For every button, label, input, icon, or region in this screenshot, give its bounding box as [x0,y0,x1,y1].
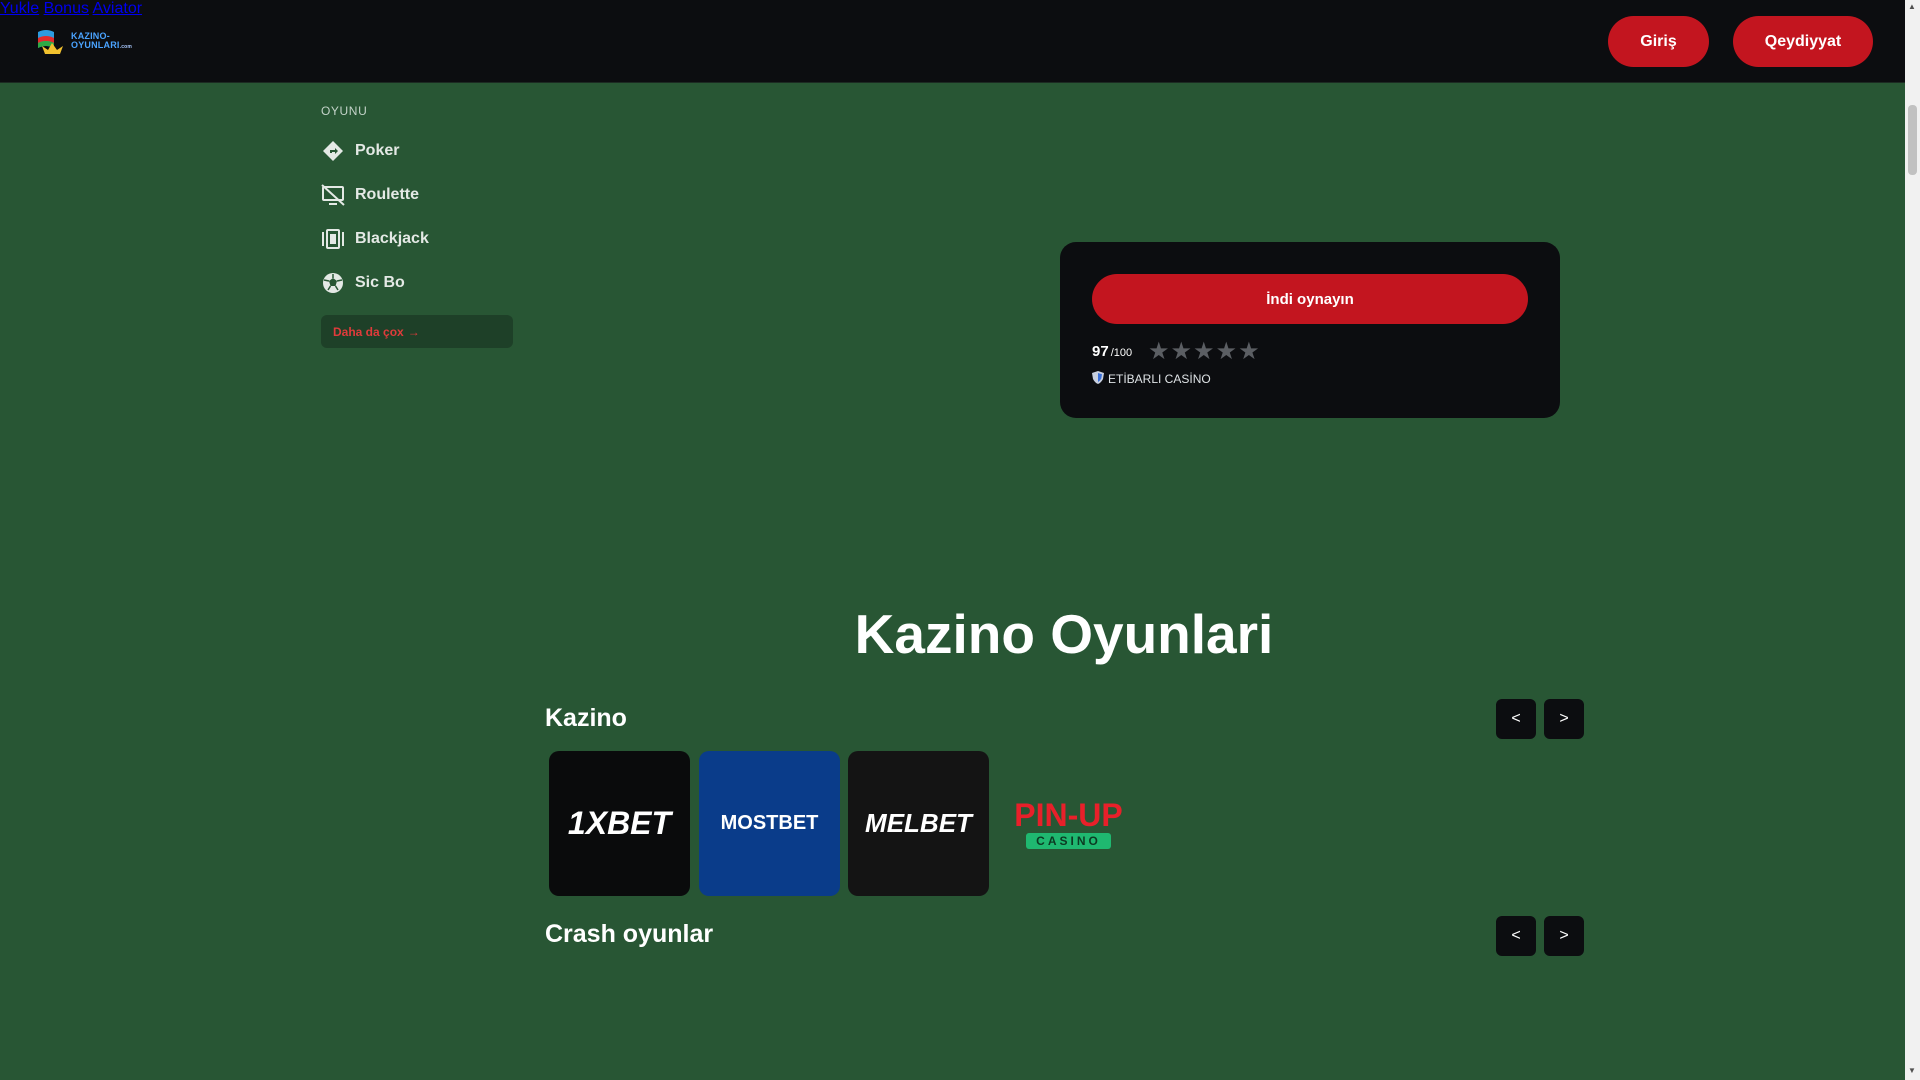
kazino-prev-button[interactable]: < [1496,699,1536,739]
register-button[interactable]: Qeydiyyat [1733,16,1873,67]
more-games-label: Daha da çox [333,324,404,339]
nav-link-bonus[interactable]: Bonus [44,0,89,17]
scroll-up-arrow-icon[interactable]: ▲ [1908,2,1916,11]
crash-prev-button[interactable]: < [1496,916,1536,956]
page-title: Kazino Oyunlari [854,603,1274,665]
sidebar-item-poker[interactable]: Poker [321,139,399,163]
trusted-casino-label: ETİBARLI CASİNO [1108,372,1211,386]
shield-icon [1092,371,1104,387]
trusted-casino-badge: ETİBARLI CASİNO [1092,371,1211,387]
sidebar-item-label: Poker [355,142,400,159]
casino-logo-melbet: MELBET [865,808,972,838]
crash-next-button[interactable]: > [1544,916,1584,956]
roulette-icon [321,183,345,207]
sic-bo-icon [321,271,345,295]
login-button[interactable]: Giriş [1608,16,1709,67]
sidebar-item-blackjack[interactable]: Blackjack [321,227,429,251]
sidebar-item-sic-bo[interactable]: Sic Bo [321,271,405,295]
kazino-next-button[interactable]: > [1544,699,1584,739]
casino-logo-pinup-sub: CASINO [1026,832,1111,849]
section-title-kazino: Kazino [545,704,627,732]
sidebar-item-roulette[interactable]: Roulette [321,183,419,207]
sidebar-title: OYUNU [321,104,368,118]
casino-tile-1xbet[interactable]: 1XBET [549,751,690,896]
top-header: KAZINO- OYUNLARI.com Yukle Bonus Aviator… [0,0,1905,83]
casino-tile-mostbet[interactable]: MOSTBET [699,751,840,896]
site-logo[interactable]: KAZINO- OYUNLARI.com [36,26,132,58]
section-title-crash: Crash oyunlar [545,920,714,948]
rating-value: 97 [1092,343,1109,360]
scrollbar-thumb[interactable] [1908,105,1917,175]
casino-tile-melbet[interactable]: MELBET [848,751,989,896]
page-scrollbar[interactable]: ▲ ▼ [1905,0,1920,1080]
more-games-button[interactable]: Daha da çox → [321,315,513,348]
arrow-right-icon: → [407,324,420,339]
poker-icon [321,139,345,163]
rating-max: /100 [1110,347,1133,359]
azerbaijan-flag-crown-logo-icon [36,26,68,58]
logo-text: KAZINO- OYUNLARI.com [71,31,133,51]
scroll-down-arrow-icon[interactable]: ▼ [1908,1066,1916,1075]
sidebar-item-label: Sic Bo [355,274,405,291]
casino-logo-1xbet: 1XBET [567,805,672,841]
star-icon: ★ [1238,338,1260,365]
star-icon: ★ [1148,338,1170,365]
play-now-button[interactable]: İndi oynayın [1092,274,1528,324]
sidebar-item-label: Blackjack [355,230,429,247]
casino-tile-pinup[interactable]: PIN-UP CASINO [998,751,1139,896]
rating-stars: ★ ★ ★ ★ ★ [1148,338,1260,365]
play-now-card: İndi oynayın 97 /100 ★ ★ ★ ★ ★ ETİBARLI … [1060,242,1560,418]
star-icon: ★ [1193,338,1215,365]
nav-link-yukle[interactable]: Yukle [0,0,39,17]
star-icon: ★ [1215,338,1238,365]
casino-logo-mostbet: MOSTBET [720,812,819,834]
blackjack-icon [321,227,345,251]
nav-link-aviator[interactable]: Aviator [93,0,143,17]
star-icon: ★ [1170,338,1193,365]
casino-logo-pinup: PIN-UP [1014,796,1123,833]
rating-score: 97 /100 [1092,343,1132,360]
sidebar-item-label: Roulette [355,186,419,203]
